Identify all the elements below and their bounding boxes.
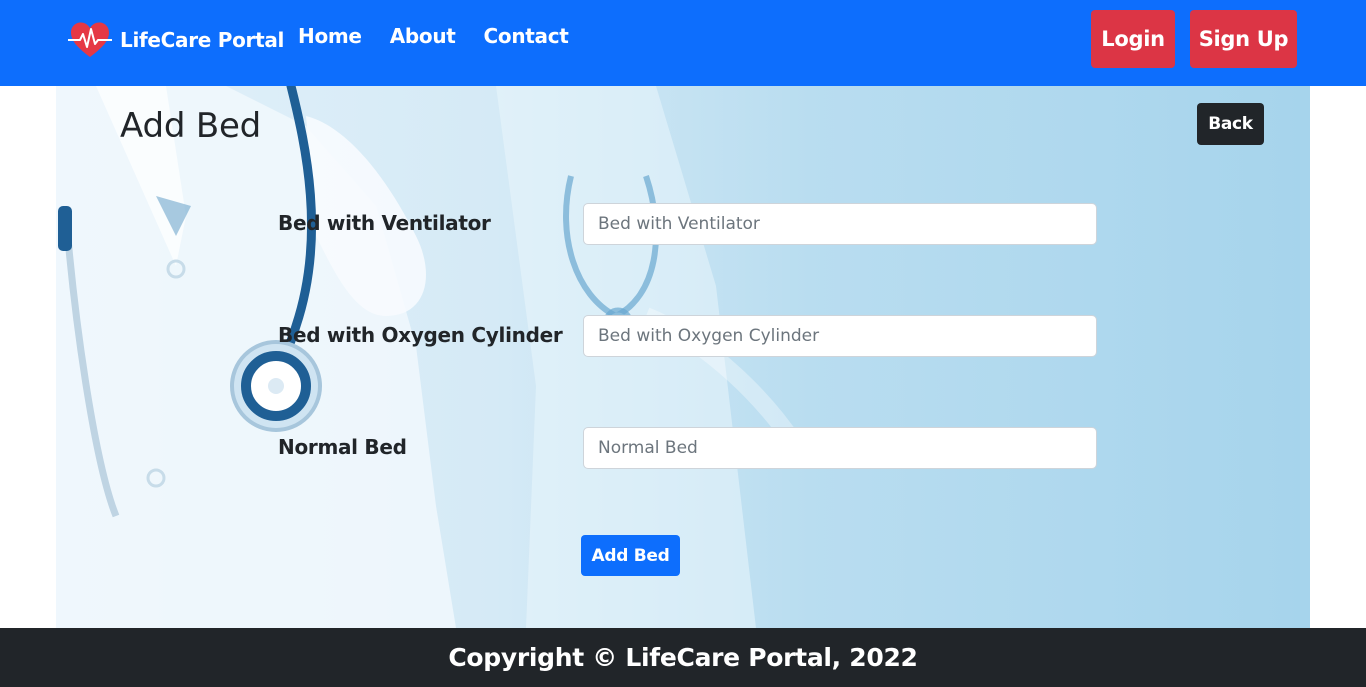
footer: Copyright © LifeCare Portal, 2022 [0, 628, 1366, 687]
normal-bed-input[interactable] [583, 427, 1097, 469]
brand-link[interactable]: LifeCare Portal [68, 20, 284, 60]
normal-bed-label: Normal Bed [278, 435, 407, 459]
ventilator-bed-label: Bed with Ventilator [278, 211, 491, 235]
ventilator-bed-input[interactable] [583, 203, 1097, 245]
nav-link-about[interactable]: About [390, 24, 456, 48]
oxygen-bed-input[interactable] [583, 315, 1097, 357]
brand-name: LifeCare Portal [120, 28, 285, 52]
nav-link-contact[interactable]: Contact [484, 24, 569, 48]
navbar: LifeCare Portal Home About Contact Login… [0, 0, 1366, 86]
nav-link-home[interactable]: Home [298, 24, 362, 48]
heart-pulse-icon [68, 22, 112, 57]
oxygen-bed-label: Bed with Oxygen Cylinder [278, 323, 563, 347]
login-button[interactable]: Login [1091, 10, 1175, 68]
page-title: Add Bed [120, 106, 262, 146]
signup-button[interactable]: Sign Up [1190, 10, 1297, 68]
nav-links: Home About Contact [298, 24, 597, 48]
add-bed-panel: Add Bed Back Bed with Ventilator Bed wit… [56, 86, 1310, 628]
copyright-text: Copyright © LifeCare Portal, 2022 [448, 643, 918, 672]
doctor-background-image [56, 86, 804, 628]
add-bed-button[interactable]: Add Bed [581, 535, 680, 576]
back-button[interactable]: Back [1197, 103, 1264, 145]
